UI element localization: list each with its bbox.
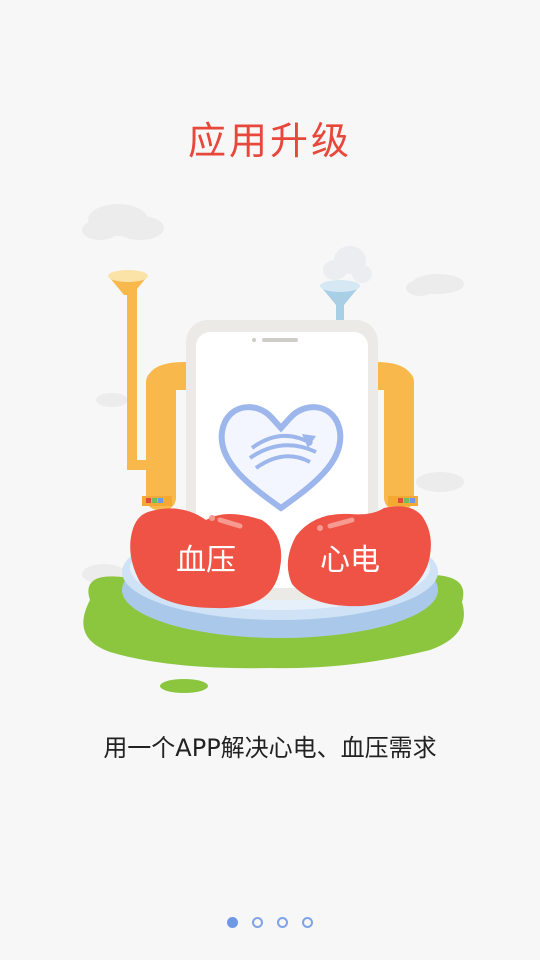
cloud-icon <box>96 393 128 407</box>
page-dot-2[interactable] <box>252 917 263 928</box>
upgrade-illustration: 血压 心电 <box>82 204 464 693</box>
cloud-icon <box>82 204 164 240</box>
page-dot-4[interactable] <box>302 917 313 928</box>
page-dot-3[interactable] <box>277 917 288 928</box>
page-indicator <box>0 917 540 928</box>
blood-pressure-badge: 血压 <box>130 508 282 609</box>
page-title: 应用升级 <box>187 119 352 163</box>
cloud-icon <box>406 274 464 296</box>
feature-description: 用一个APP解决心电、血压需求 <box>103 734 437 762</box>
blood-pressure-label: 血压 <box>176 543 236 578</box>
page-dot-1[interactable] <box>227 917 238 928</box>
cloud-icon <box>416 472 464 492</box>
left-pipe <box>108 270 190 510</box>
steam-icon <box>323 246 372 283</box>
ecg-label: 心电 <box>320 543 380 578</box>
